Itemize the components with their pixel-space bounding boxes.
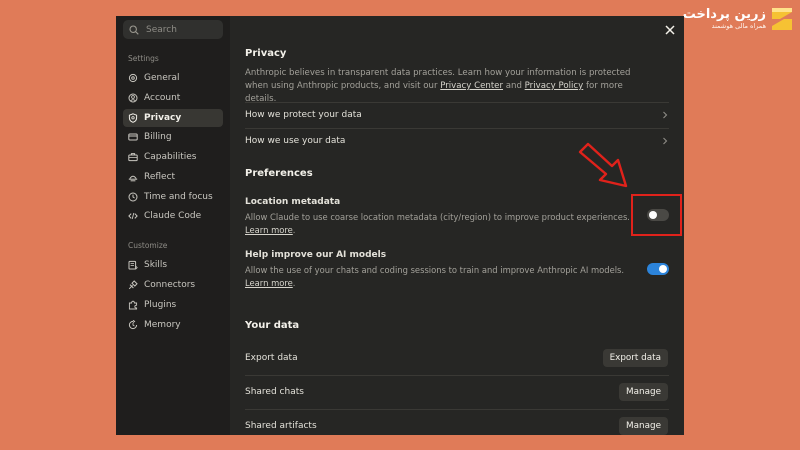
settings-section-label: Settings	[128, 54, 159, 63]
settings-content: Privacy Anthropic believes in transparen…	[230, 16, 684, 435]
user-circle-icon	[128, 93, 138, 103]
privacy-center-link[interactable]: Privacy Center	[440, 81, 503, 91]
manage-shared-artifacts-button[interactable]: Manage	[619, 417, 668, 435]
export-data-button[interactable]: Export data	[602, 349, 668, 367]
improve-models-toggle[interactable]	[647, 263, 669, 275]
privacy-description: Anthropic believes in transparent data p…	[245, 68, 631, 104]
preferences-title: Preferences	[245, 168, 313, 179]
divider	[245, 409, 669, 410]
sidebar-item-general[interactable]: General	[123, 69, 223, 87]
memory-icon	[128, 320, 138, 330]
improve-models-title: Help improve our AI models	[245, 250, 387, 260]
shared-artifacts-row: Shared artifacts	[245, 421, 317, 431]
privacy-policy-link[interactable]: Privacy Policy	[525, 81, 584, 91]
annotation-arrow-icon	[578, 142, 628, 188]
sidebar-item-label: Reflect	[144, 172, 176, 182]
sidebar: Search Settings General Account Privacy …	[116, 16, 230, 435]
plug-icon	[128, 280, 138, 290]
annotation-highlight-box	[631, 194, 682, 236]
sidebar-item-time-and-focus[interactable]: Time and focus	[123, 188, 223, 206]
search-icon	[129, 24, 139, 35]
puzzle-icon	[128, 300, 138, 310]
gear-icon	[128, 73, 138, 83]
sidebar-item-label: Plugins	[144, 300, 177, 310]
settings-window: Search Settings General Account Privacy …	[116, 16, 684, 435]
briefcase-icon	[128, 153, 138, 162]
search-input[interactable]: Search	[123, 20, 223, 39]
chevron-right-icon	[663, 111, 668, 119]
improve-models-description: Allow the use of your chats and coding s…	[245, 265, 625, 288]
search-placeholder: Search	[146, 24, 177, 35]
brand-tagline: همراه مالی هوشمند	[711, 22, 766, 31]
shield-icon	[128, 113, 138, 123]
how-we-protect-link[interactable]: How we protect your data	[245, 102, 669, 128]
location-learn-more-link[interactable]: Learn more	[245, 225, 293, 235]
code-icon	[128, 212, 138, 220]
chevron-right-icon	[663, 137, 668, 145]
privacy-title: Privacy	[245, 48, 287, 59]
manage-shared-chats-button[interactable]: Manage	[619, 383, 668, 401]
close-icon[interactable]	[664, 24, 676, 36]
sidebar-item-connectors[interactable]: Connectors	[123, 276, 223, 294]
zarinpal-logo-icon	[772, 8, 792, 30]
sidebar-item-reflect[interactable]: Reflect	[123, 168, 223, 186]
sidebar-item-capabilities[interactable]: Capabilities	[123, 148, 223, 166]
sidebar-item-memory[interactable]: Memory	[123, 316, 223, 334]
sidebar-item-plugins[interactable]: Plugins	[123, 296, 223, 314]
sidebar-item-label: Capabilities	[144, 152, 197, 162]
divider	[245, 375, 669, 376]
customize-section-label: Customize	[128, 241, 168, 250]
sunrise-icon	[128, 175, 138, 182]
sidebar-item-label: Billing	[144, 132, 172, 142]
sidebar-item-label: Claude Code	[144, 211, 202, 221]
sidebar-item-claude-code[interactable]: Claude Code	[123, 207, 223, 225]
sidebar-item-label: Skills	[144, 260, 168, 270]
toggle-knob	[659, 265, 667, 273]
sidebar-item-label: Connectors	[144, 280, 196, 290]
location-metadata-description: Allow Claude to use coarse location meta…	[245, 212, 630, 235]
brand-name: زرین پرداخت	[682, 7, 766, 23]
sidebar-item-billing[interactable]: Billing	[123, 128, 223, 146]
sidebar-item-privacy[interactable]: Privacy	[123, 109, 223, 127]
skills-icon	[128, 260, 138, 270]
sidebar-item-label: Account	[144, 93, 181, 103]
brand-logo: زرین پرداخت همراه مالی هوشمند	[682, 2, 794, 36]
shared-chats-row: Shared chats	[245, 387, 304, 397]
card-icon	[128, 133, 138, 141]
improve-learn-more-link[interactable]: Learn more	[245, 278, 293, 288]
sidebar-item-label: Privacy	[144, 113, 182, 123]
clock-icon	[128, 192, 138, 202]
sidebar-item-label: Time and focus	[144, 192, 213, 202]
your-data-title: Your data	[245, 320, 300, 331]
sidebar-item-label: General	[144, 73, 180, 83]
sidebar-item-account[interactable]: Account	[123, 89, 223, 107]
sidebar-item-skills[interactable]: Skills	[123, 256, 223, 274]
location-metadata-title: Location metadata	[245, 197, 341, 207]
sidebar-item-label: Memory	[144, 320, 181, 330]
